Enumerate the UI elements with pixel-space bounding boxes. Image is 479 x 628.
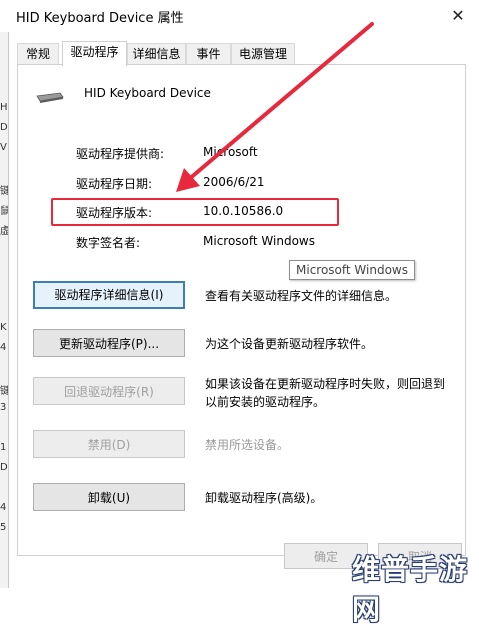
watermark-logo: 维普手游网 [352,553,469,626]
annotation-arrow-icon [176,22,374,192]
tab-driver[interactable]: 驱动程序 [62,41,127,66]
